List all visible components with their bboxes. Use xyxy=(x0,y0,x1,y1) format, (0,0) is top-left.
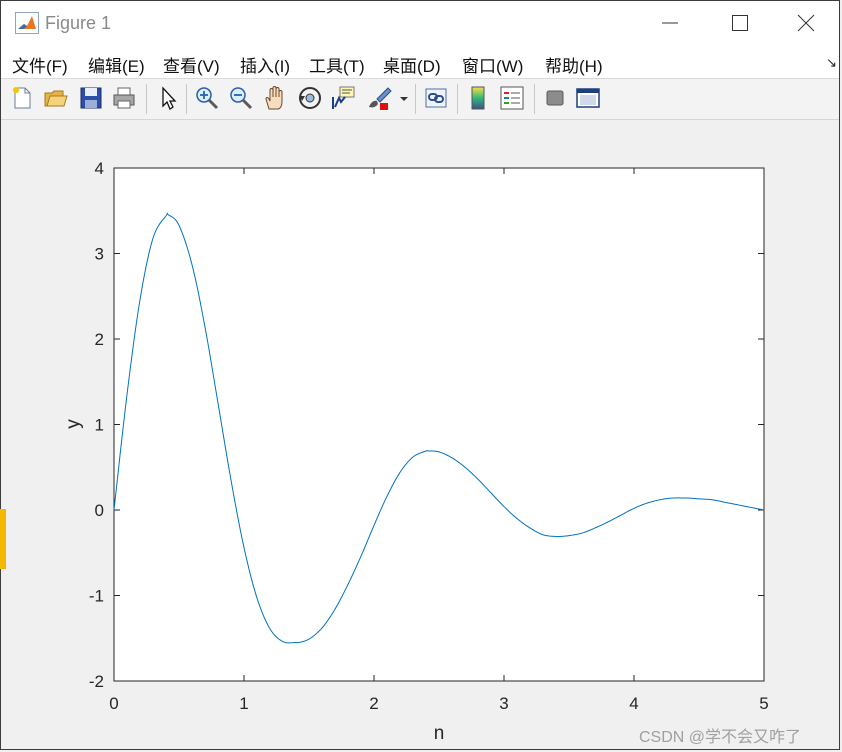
x-axis-label: n xyxy=(434,723,445,744)
side-edge-mark xyxy=(0,509,6,569)
show-plot-tools-icon[interactable] xyxy=(575,85,601,111)
x-tick-label: 1 xyxy=(239,694,248,713)
y-tick-label: 3 xyxy=(95,245,104,264)
toolbar-separator xyxy=(457,84,458,114)
close-icon xyxy=(797,14,815,32)
minimize-button[interactable] xyxy=(635,1,705,45)
y-tick-label: -1 xyxy=(89,587,104,606)
print-icon[interactable] xyxy=(111,85,137,111)
y-tick-label: 2 xyxy=(95,330,104,349)
data-cursor-icon[interactable] xyxy=(331,85,357,111)
select-arrow-icon[interactable] xyxy=(155,85,181,111)
menu-insert[interactable]: 插入(I) xyxy=(240,52,290,77)
open-file-icon[interactable] xyxy=(43,85,69,111)
toolbar-separator xyxy=(534,84,535,114)
y-tick-label: 4 xyxy=(95,159,104,178)
toolbar-separator xyxy=(186,84,187,114)
menu-file[interactable]: 文件(F) xyxy=(12,52,68,77)
y-tick-label: 0 xyxy=(95,501,104,520)
toolbar-separator xyxy=(415,84,416,114)
brush-dropdown-icon[interactable] xyxy=(397,85,411,111)
maximize-button[interactable] xyxy=(705,1,775,45)
menu-edit[interactable]: 编辑(E) xyxy=(88,52,145,77)
menu-desktop[interactable]: 桌面(D) xyxy=(383,52,441,77)
figure-toolbar xyxy=(1,79,839,120)
matlab-icon xyxy=(15,12,39,34)
legend-icon[interactable] xyxy=(499,85,525,111)
menu-window[interactable]: 窗口(W) xyxy=(462,52,523,77)
hide-plot-tools-icon[interactable] xyxy=(542,85,568,111)
menu-bar: 文件(F) 编辑(E) 查看(V) 插入(I) 工具(T) 桌面(D) 窗口(W… xyxy=(1,45,839,79)
rotate-3d-icon[interactable] xyxy=(297,85,323,111)
toolbar-separator xyxy=(146,84,147,114)
x-tick-label: 3 xyxy=(499,694,508,713)
watermark-text: CSDN @学不会又咋了 xyxy=(639,729,802,746)
window-title: Figure 1 xyxy=(45,13,112,33)
y-tick-label: -2 xyxy=(89,672,104,691)
new-figure-icon[interactable] xyxy=(9,85,35,111)
brush-icon[interactable] xyxy=(366,85,392,111)
menu-view[interactable]: 查看(V) xyxy=(163,52,220,77)
pan-hand-icon[interactable] xyxy=(262,85,288,111)
x-tick-label: 0 xyxy=(109,694,118,713)
menu-tools[interactable]: 工具(T) xyxy=(309,52,365,77)
menu-dock-arrow-icon[interactable]: ↘ xyxy=(826,55,837,71)
x-tick-label: 4 xyxy=(629,694,638,713)
colorbar-icon[interactable] xyxy=(465,85,491,111)
zoom-out-icon[interactable] xyxy=(228,85,254,111)
minimize-icon xyxy=(662,22,678,24)
menu-help[interactable]: 帮助(H) xyxy=(545,52,603,77)
save-icon[interactable] xyxy=(78,85,104,111)
plot-area[interactable]: 0 1 2 3 4 5 -2 -1 0 1 2 3 4 n y xyxy=(1,120,839,749)
zoom-in-icon[interactable] xyxy=(194,85,220,111)
close-button[interactable] xyxy=(771,1,841,45)
x-tick-label: 2 xyxy=(369,694,378,713)
link-plot-icon[interactable] xyxy=(423,85,449,111)
figure-window: Figure 1 文件(F) 编辑(E) 查看(V) 插入(I) 工具(T) 桌… xyxy=(0,0,840,750)
maximize-icon xyxy=(732,15,748,31)
title-bar[interactable]: Figure 1 xyxy=(1,1,839,45)
axes-box xyxy=(113,167,765,682)
y-tick-label: 1 xyxy=(95,416,104,435)
y-axis-label: y xyxy=(63,419,84,429)
x-tick-label: 5 xyxy=(759,694,768,713)
